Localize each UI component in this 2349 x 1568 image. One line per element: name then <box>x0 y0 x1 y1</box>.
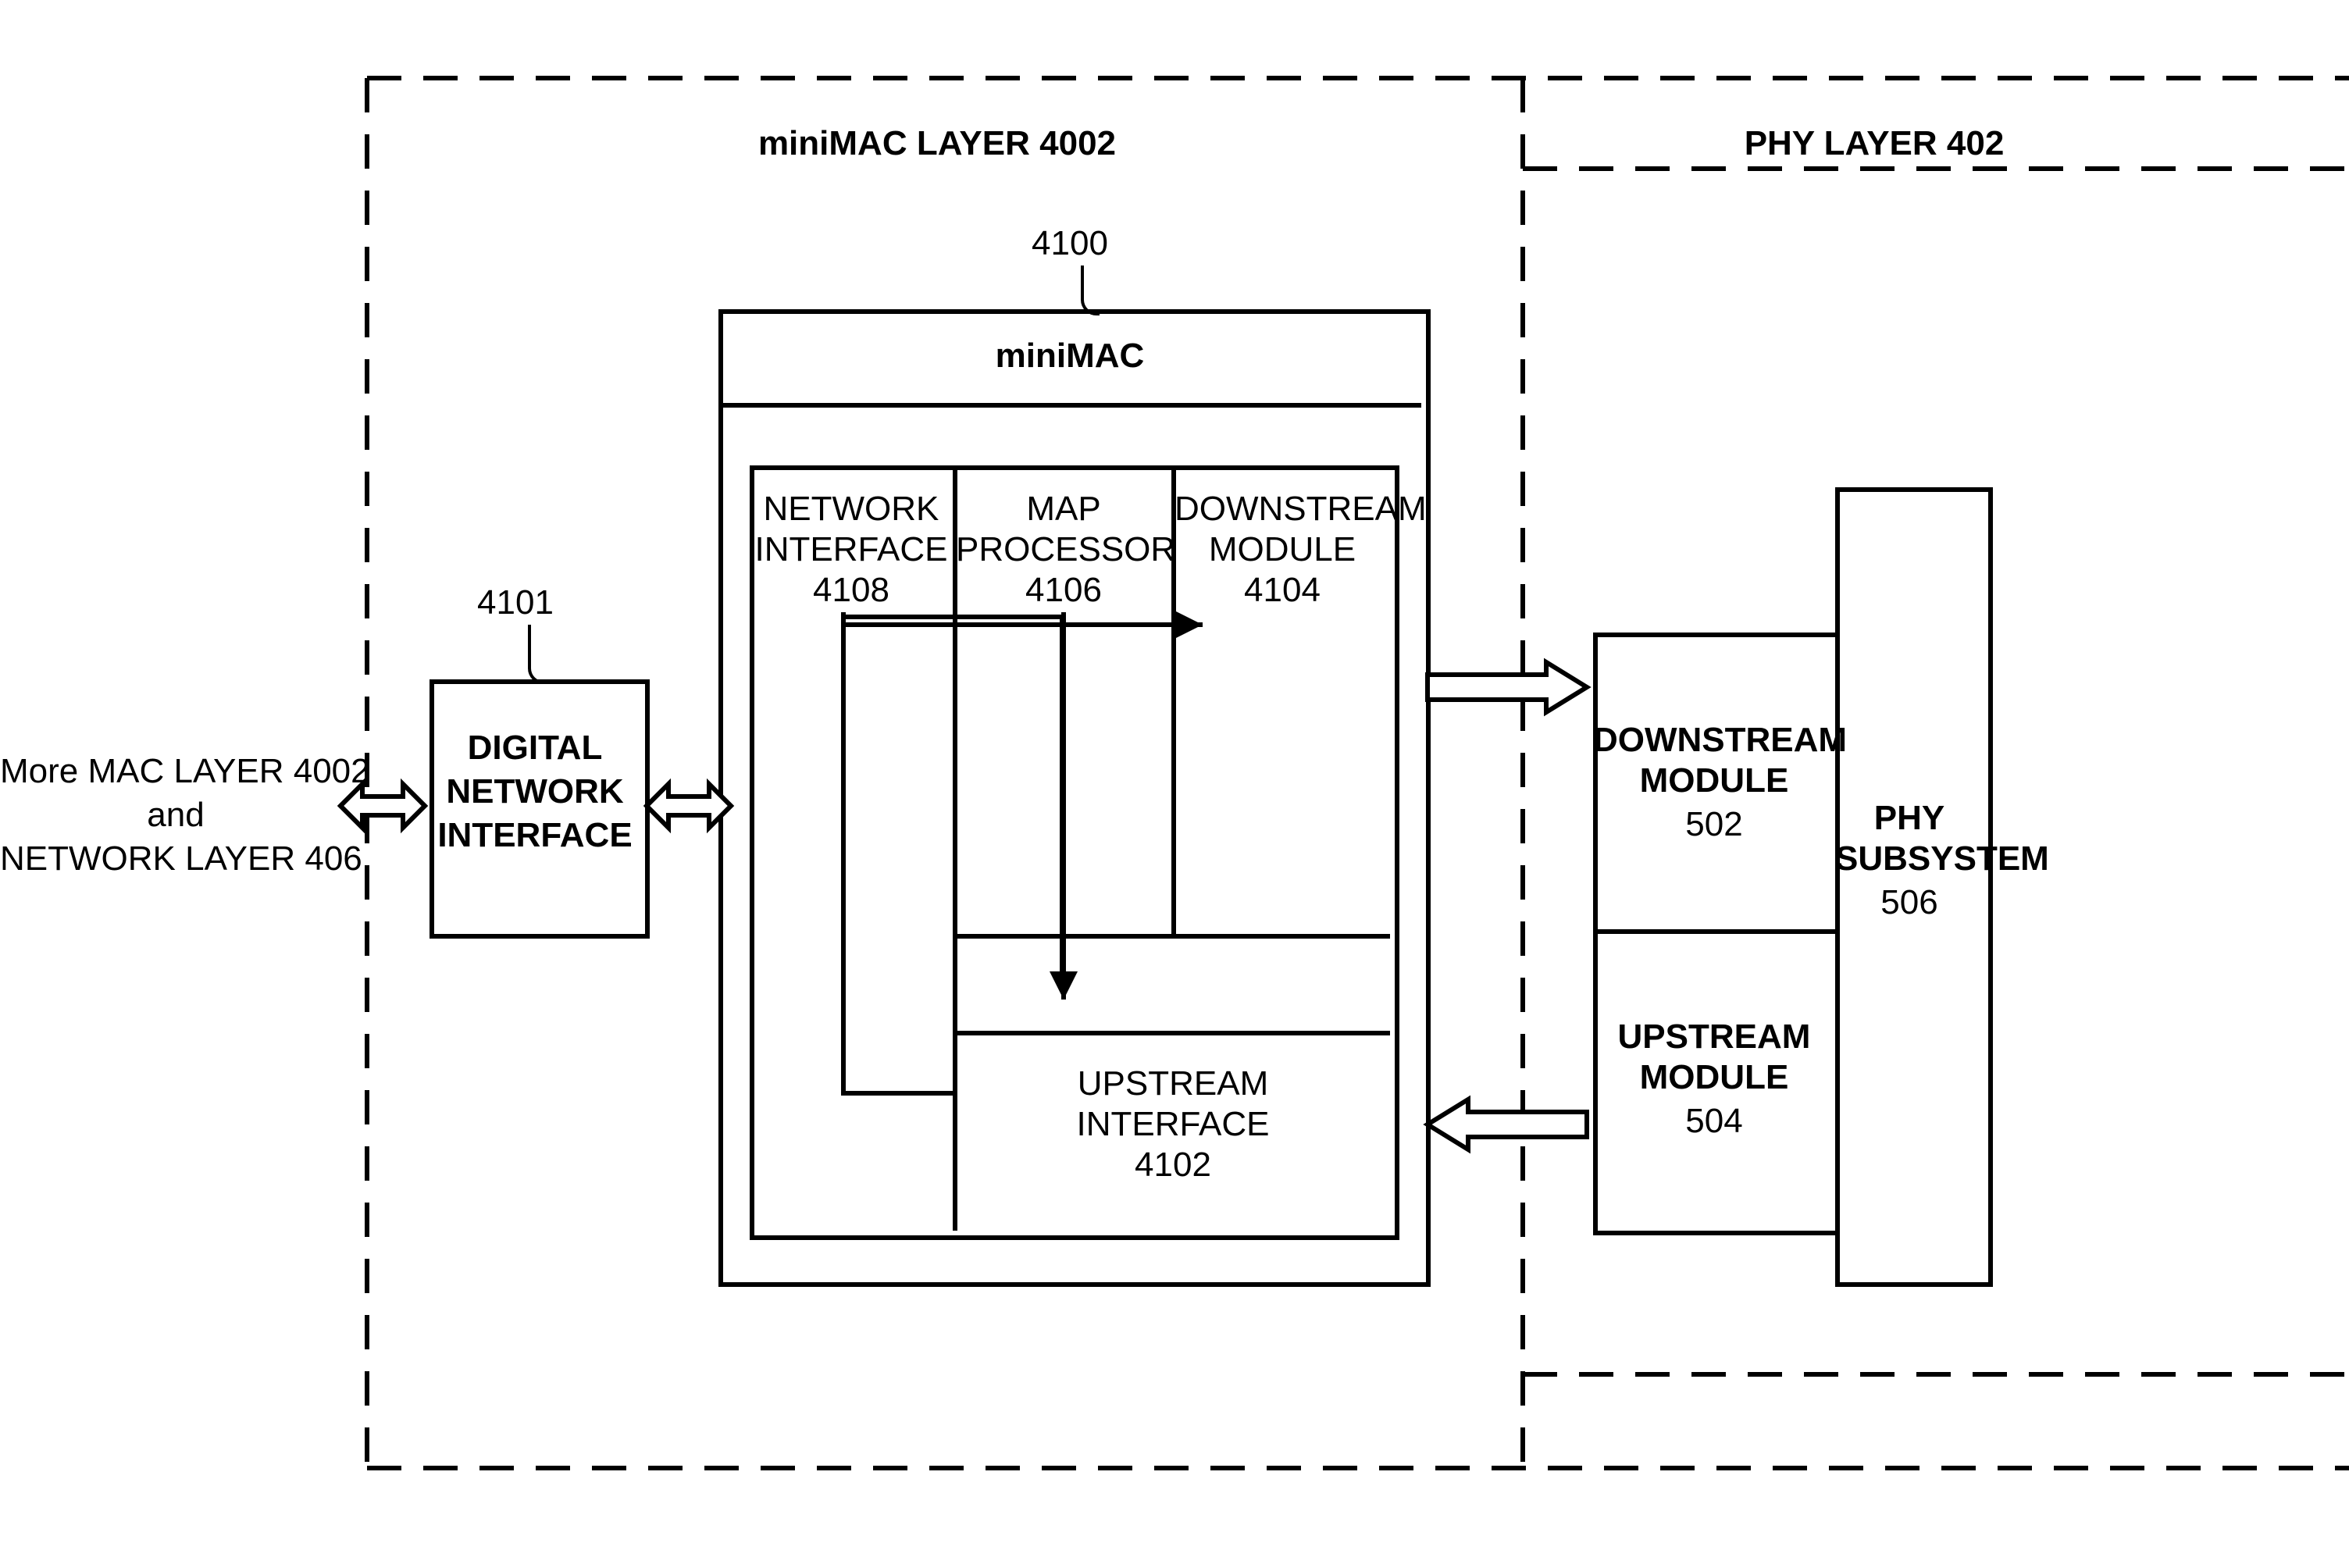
netif-l1: NETWORK <box>753 487 950 530</box>
down-l3: 4104 <box>1174 568 1390 611</box>
minimac-shelf <box>953 934 1390 939</box>
double-arrow-icon <box>340 784 425 828</box>
netif-l3: 4108 <box>753 568 950 611</box>
dni-line1: DIGITAL <box>430 726 640 769</box>
upif-l1: UPSTREAM <box>956 1062 1390 1105</box>
external-more-mac-line1: More MAC LAYER 4002 <box>0 750 351 793</box>
phy-sub-l3: 506 <box>1835 881 1984 924</box>
phy-down-l1: DOWNSTREAM <box>1593 718 1835 761</box>
minimac-ref: 4100 <box>1023 222 1117 265</box>
upif-l3: 4102 <box>956 1143 1390 1186</box>
dni-ref-leader <box>528 625 531 668</box>
dni-ref: 4101 <box>469 581 562 624</box>
minimac-title-divider <box>718 403 1421 408</box>
upif-l2: INTERFACE <box>956 1103 1390 1146</box>
dni-line3: INTERFACE <box>430 814 640 857</box>
minimac-layer-title: miniMAC LAYER 4002 <box>656 122 1218 165</box>
phy-down-l3: 502 <box>1593 803 1835 846</box>
minimac-title: miniMAC <box>718 334 1421 377</box>
phy-down-l2: MODULE <box>1593 759 1835 802</box>
down-l1: DOWNSTREAM <box>1174 487 1390 530</box>
mapproc-l3: 4106 <box>956 568 1171 611</box>
minimac-upstream-top <box>953 1031 1390 1035</box>
phy-up-l2: MODULE <box>1593 1056 1835 1099</box>
phy-left-divider <box>1593 929 1835 934</box>
netif-l2: INTERFACE <box>753 528 950 571</box>
dni-line2: NETWORK <box>430 770 640 813</box>
mapproc-l2: PROCESSOR <box>956 528 1171 571</box>
right-arrow-icon <box>1428 662 1587 712</box>
external-more-mac-line2: and <box>0 793 351 836</box>
mapproc-l1: MAP <box>956 487 1171 530</box>
minimac-ref-leader <box>1081 265 1084 300</box>
phy-up-l1: UPSTREAM <box>1593 1015 1835 1058</box>
phy-sub-l2: SUBSYSTEM <box>1835 837 1984 880</box>
down-l2: MODULE <box>1174 528 1390 571</box>
phy-sub-l1: PHY <box>1835 796 1984 839</box>
phy-up-l3: 504 <box>1593 1099 1835 1142</box>
phy-layer-title: PHY LAYER 402 <box>1656 122 2093 165</box>
left-arrow-icon <box>1428 1099 1587 1149</box>
external-more-mac-line3: NETWORK LAYER 406 <box>0 837 351 880</box>
